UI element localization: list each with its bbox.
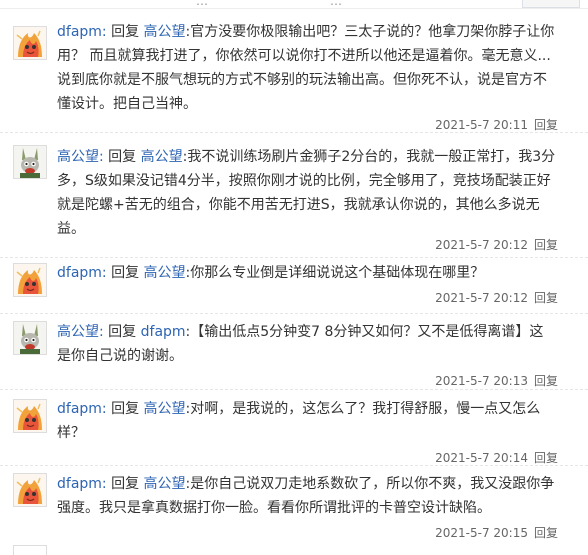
rabbit-avatar-icon[interactable] xyxy=(13,321,47,355)
reply-item: dfapm: 回复 高公望:你那么专业倒是详细说说这个基础体现在哪里？ 2021… xyxy=(0,258,588,314)
reply-button[interactable]: 回复 xyxy=(534,291,558,305)
reply-meta: 2021-5-7 20:14 回复 xyxy=(435,449,558,466)
author-link[interactable]: dfapm: xyxy=(57,476,107,492)
reply-item: 高公望: 回复 dfapm:【输出低点5分钟变7 8分钟又如何？又不是低得离谱】… xyxy=(0,314,588,390)
reply-meta: 2021-5-7 20:12 回复 xyxy=(435,289,558,306)
reply-content: dfapm: 回复 高公望:官方没要你极限输出吧？三太子说的？他拿刀架你脖子让你… xyxy=(57,20,557,116)
reply-content: dfapm: 回复 高公望:是你自己说双刀走地系数砍了，所以你不爽，我又没跟你争… xyxy=(57,472,557,520)
reply-timestamp: 2021-5-7 20:12 xyxy=(435,238,528,252)
reply-word: 回复 xyxy=(108,324,137,340)
reply-button[interactable]: 回复 xyxy=(534,238,558,252)
reply-word: 回复 xyxy=(111,476,140,492)
target-user-link[interactable]: dfapm xyxy=(141,324,186,340)
author-link[interactable]: 高公望: xyxy=(57,324,104,340)
rabbit-avatar-icon[interactable] xyxy=(13,145,47,179)
reply-meta: 2021-5-7 20:13 回复 xyxy=(435,372,558,389)
flame-cartoon-avatar-icon[interactable] xyxy=(13,26,47,60)
author-link[interactable]: dfapm: xyxy=(57,401,107,417)
reply-meta: 2021-5-7 20:12 回复 xyxy=(435,236,558,253)
reply-meta: 2021-5-7 20:15 回复 xyxy=(435,524,558,541)
reply-content: 高公望: 回复 dfapm:【输出低点5分钟变7 8分钟又如何？又不是低得离谱】… xyxy=(57,320,557,368)
target-user-link[interactable]: 高公望 xyxy=(144,265,186,281)
top-tab-fragment: … xyxy=(196,0,208,8)
top-tab-fragment: … xyxy=(330,0,342,8)
reply-button[interactable]: 回复 xyxy=(534,374,558,388)
top-tab-button[interactable] xyxy=(522,0,580,8)
author-link[interactable]: 高公望: xyxy=(57,149,104,165)
target-user-link[interactable]: 高公望 xyxy=(144,24,186,40)
reply-word: 回复 xyxy=(111,401,140,417)
reply-content: 高公望: 回复 高公望:我不说训练场刷片金狮子2分台的，我就一般正常打，我3分多… xyxy=(57,145,557,241)
author-link[interactable]: dfapm: xyxy=(57,265,107,281)
reply-content: dfapm: 回复 高公望:对啊，是我说的，这怎么了？我打得舒服，慢一点又怎么样… xyxy=(57,397,557,445)
reply-timestamp: 2021-5-7 20:12 xyxy=(435,291,528,305)
reply-word: 回复 xyxy=(108,149,137,165)
reply-timestamp: 2021-5-7 20:15 xyxy=(435,526,528,540)
reply-word: 回复 xyxy=(111,24,140,40)
target-user-link[interactable]: 高公望 xyxy=(144,401,186,417)
reply-button[interactable]: 回复 xyxy=(534,526,558,540)
reply-meta: 2021-5-7 20:11 回复 xyxy=(435,116,558,133)
reply-content: dfapm: 回复 高公望:你那么专业倒是详细说说这个基础体现在哪里？ xyxy=(57,261,557,285)
reply-item: dfapm: 回复 高公望:是你自己说双刀走地系数砍了，所以你不爽，我又没跟你争… xyxy=(0,466,588,542)
reply-button[interactable]: 回复 xyxy=(534,118,558,132)
reply-item: dfapm: 回复 高公望:官方没要你极限输出吧？三太子说的？他拿刀架你脖子让你… xyxy=(0,8,588,133)
reply-timestamp: 2021-5-7 20:13 xyxy=(435,374,528,388)
reply-item: dfapm: 回复 高公望:对啊，是我说的，这怎么了？我打得舒服，慢一点又怎么样… xyxy=(0,390,588,466)
reply-timestamp: 2021-5-7 20:11 xyxy=(435,118,528,132)
flame-cartoon-avatar-icon[interactable] xyxy=(13,473,47,507)
reply-timestamp: 2021-5-7 20:14 xyxy=(435,451,528,465)
reply-button[interactable]: 回复 xyxy=(534,451,558,465)
flame-cartoon-avatar-icon[interactable] xyxy=(13,399,47,433)
flame-cartoon-avatar-icon[interactable] xyxy=(13,263,47,297)
reply-list: dfapm: 回复 高公望:官方没要你极限输出吧？三太子说的？他拿刀架你脖子让你… xyxy=(0,8,588,542)
reply-word: 回复 xyxy=(111,265,140,281)
reply-text: :你那么专业倒是详细说说这个基础体现在哪里？ xyxy=(185,265,485,281)
next-avatar-icon xyxy=(13,545,47,555)
target-user-link[interactable]: 高公望 xyxy=(141,149,183,165)
author-link[interactable]: dfapm: xyxy=(57,24,107,40)
target-user-link[interactable]: 高公望 xyxy=(144,476,186,492)
reply-item: 高公望: 回复 高公望:我不说训练场刷片金狮子2分台的，我就一般正常打，我3分多… xyxy=(0,133,588,258)
